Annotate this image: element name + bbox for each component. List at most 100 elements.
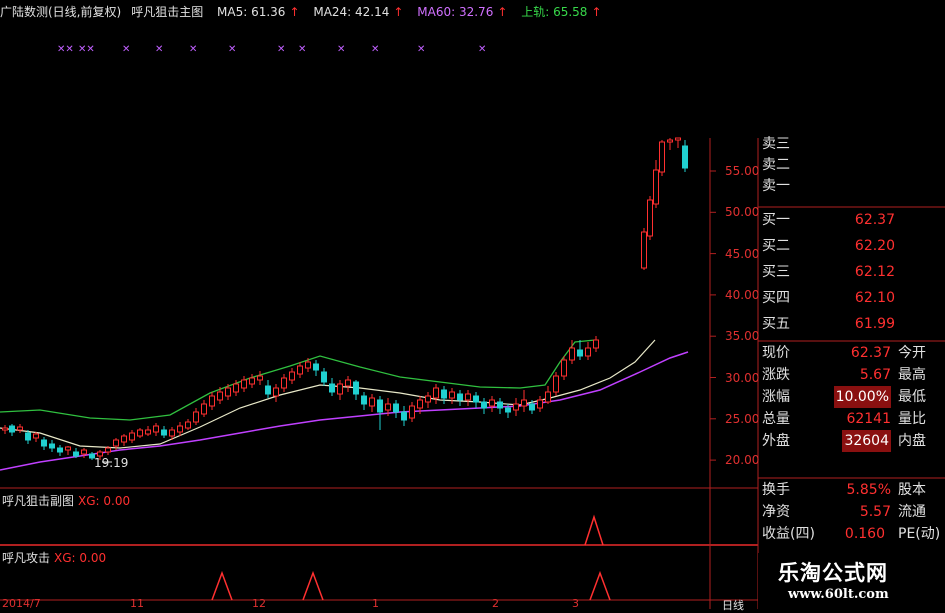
candle-body: [353, 381, 359, 395]
candle-body: [513, 403, 519, 411]
quote-label-2: 流通: [898, 504, 926, 520]
buy-order-2-label: 买二: [762, 238, 790, 254]
candle-body: [505, 407, 511, 413]
candle-body: [473, 395, 479, 403]
signal-marker: ✕: [228, 44, 237, 55]
candle-body: [169, 429, 175, 437]
sell-order-2[interactable]: 卖二: [758, 155, 945, 176]
quote-label-2: 最低: [898, 389, 926, 405]
quote-row: 外盘 32604 内盘: [758, 430, 945, 452]
quote-row: 现价 62.37 今开: [758, 342, 945, 364]
quote-value: 0.160: [844, 526, 885, 542]
quote-row: 涨跌 5.67 最高: [758, 364, 945, 386]
candle-body: [17, 426, 23, 431]
date-label-2: 11: [130, 597, 144, 610]
candle-body: [121, 435, 127, 443]
candle-body: [297, 365, 303, 375]
quote-value: 5.67: [859, 367, 891, 383]
candle-body: [682, 145, 688, 169]
ma24-value: MA24: 42.14: [313, 5, 390, 19]
quote-label-2: 今开: [898, 345, 926, 361]
sell-order-3[interactable]: 卖三: [758, 134, 945, 155]
buy-order-2[interactable]: 买二 62.20: [758, 236, 945, 257]
quote-value: 32604: [842, 430, 891, 452]
quote-panel: 卖三 卖二 卖一 买一 62.37 买二 62.20 买三 62.12 买四 6…: [758, 136, 945, 553]
price-axis-label: 35.00: [725, 329, 760, 344]
candle-body: [57, 447, 63, 453]
candle-body: [577, 349, 583, 357]
ma24-up-arrow-icon: ↑: [393, 5, 404, 19]
candle-body: [441, 389, 447, 399]
candle-body: [49, 443, 55, 449]
buy-order-4[interactable]: 买四 62.10: [758, 288, 945, 309]
ma5-value: MA5: 61.36: [217, 5, 286, 19]
candle-body: [675, 137, 681, 141]
candle-body: [193, 411, 199, 423]
quote-label: 换手: [762, 482, 790, 498]
buy-order-1[interactable]: 买一 62.37: [758, 210, 945, 231]
upper-up-arrow-icon: ↑: [591, 5, 602, 19]
buy-order-4-price: 62.10: [854, 290, 895, 306]
subpanel2-signal-3: [589, 570, 611, 601]
candle-body: [529, 403, 535, 411]
candle-body: [289, 371, 295, 381]
date-label-3: 12: [252, 597, 266, 610]
candle-body: [647, 199, 653, 237]
subpanel2-name[interactable]: 呼凡攻击: [2, 551, 50, 565]
candle-body: [2, 427, 8, 431]
candle-body: [489, 399, 495, 407]
candle-body: [225, 387, 231, 397]
candle-body: [33, 433, 39, 439]
buy-order-3[interactable]: 买三 62.12: [758, 262, 945, 283]
candle-body: [409, 405, 415, 419]
candle-body: [569, 347, 575, 361]
indicator-name[interactable]: 呼凡狙击主图: [131, 5, 203, 19]
signal-marker: ✕: [371, 44, 380, 55]
candle-body: [177, 425, 183, 433]
candle-body: [653, 169, 659, 205]
signal-marker: ✕: [277, 44, 286, 55]
quote-row: 总量 62141 量比: [758, 408, 945, 430]
buy-order-5[interactable]: 买五 61.99: [758, 314, 945, 335]
quote-value: 62.37: [850, 345, 891, 361]
price-axis-label: 30.00: [725, 370, 760, 385]
subpanel1-name[interactable]: 呼凡狙击副图: [2, 494, 74, 508]
sell-order-1[interactable]: 卖一: [758, 176, 945, 197]
buy-order-3-price: 62.12: [854, 264, 895, 280]
buy-order-3-label: 买三: [762, 264, 790, 280]
quote-label: 涨幅: [762, 389, 790, 405]
candle-body: [185, 421, 191, 429]
candle-body: [321, 371, 327, 383]
date-label-1: 2014/7: [2, 597, 41, 610]
buy-order-2-price: 62.20: [854, 238, 895, 254]
quote-label: 收益(四): [762, 526, 815, 542]
candle-body: [105, 447, 111, 453]
signal-marker: ✕: [189, 44, 198, 55]
signal-marker: ✕: [337, 44, 346, 55]
buy-order-4-label: 买四: [762, 290, 790, 306]
quote-label: 净资: [762, 504, 790, 520]
candle-body: [241, 379, 247, 389]
chart-header: 广陆数测(日线,前复权) 呼凡狙击主图 MA5: 61.36 ↑ MA24: 42.…: [0, 0, 602, 24]
subpanel2-header: 呼凡攻击 XG: 0.00: [2, 549, 106, 566]
quote-value: 10.00%: [833, 386, 891, 408]
subpanel2-signal-2: [302, 570, 324, 601]
candle-body: [521, 399, 527, 407]
candle-body: [329, 383, 335, 393]
date-label-5: 2: [492, 597, 499, 610]
quote-row: 换手 5.85% 股本: [758, 479, 945, 501]
candlestick-series: [2, 137, 688, 460]
stock-title: 广陆数测(日线,前复权): [0, 5, 122, 19]
candle-body: [153, 425, 159, 433]
sell-order-2-label: 卖二: [762, 157, 790, 173]
period-label[interactable]: 日线: [722, 597, 744, 613]
ma60-up-arrow-icon: ↑: [497, 5, 508, 19]
candle-body: [9, 425, 15, 433]
signal-marker: ✕: [122, 44, 131, 55]
candle-body: [313, 363, 319, 371]
watermark-title: 乐淘公式网: [778, 561, 888, 585]
watermark-url: www.60lt.com: [788, 587, 889, 602]
candle-body: [281, 377, 287, 389]
candle-body: [385, 403, 391, 411]
candle-body: [481, 401, 487, 409]
